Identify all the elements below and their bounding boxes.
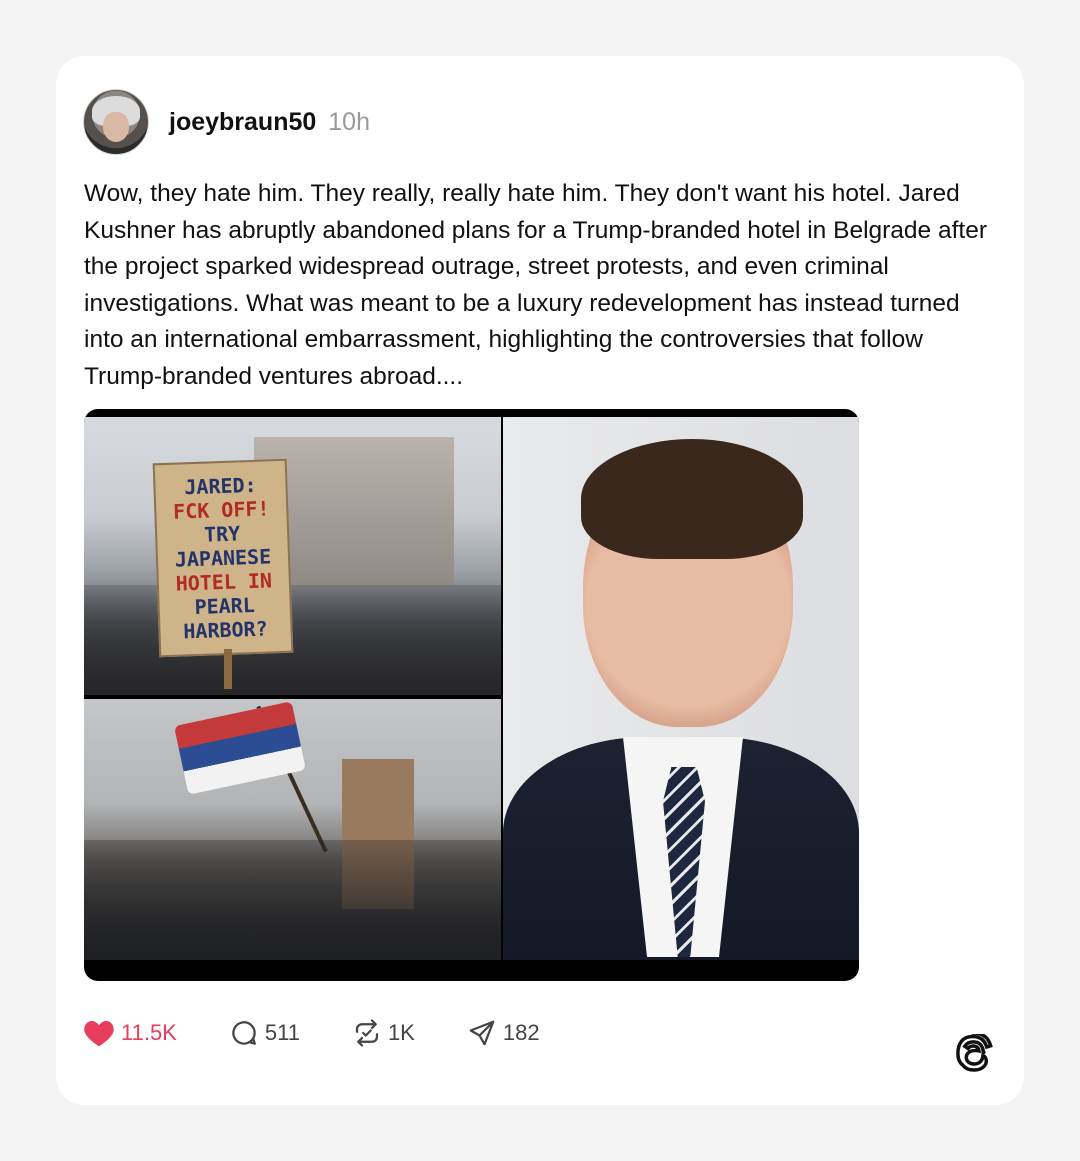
sign-line: FCK OFF!: [172, 496, 270, 524]
share-count: 182: [502, 1020, 540, 1045]
protest-sign: JARED: FCK OFF! TRY JAPANESE HOTEL IN PE…: [152, 458, 294, 658]
share-button[interactable]: 182: [467, 1018, 540, 1048]
post-time: 10h: [328, 107, 370, 136]
reply-count: 511: [264, 1020, 300, 1045]
action-bar: 11.5K 511 1K 182: [83, 1018, 592, 1048]
avatar-face: [103, 112, 129, 142]
sign-line: HARBOR?: [182, 616, 269, 644]
serbian-flag: [174, 701, 306, 795]
comment-icon: [232, 1021, 256, 1045]
protest-sign-photo: JARED: FCK OFF! TRY JAPANESE HOTEL IN PE…: [84, 417, 501, 695]
share-icon: [469, 1020, 495, 1046]
sign-line: JARED:: [183, 472, 258, 500]
heart-icon: [84, 1021, 114, 1047]
threads-logo-icon[interactable]: [956, 1034, 994, 1076]
sign-line: TRY JAPANESE: [174, 521, 272, 572]
repost-button[interactable]: 1K: [352, 1018, 415, 1048]
repost-icon: [355, 1019, 379, 1047]
flag-crowd-photo: [84, 699, 501, 960]
like-count: 11.5K: [121, 1020, 177, 1045]
sign-line: PEARL: [194, 592, 256, 620]
repost-count: 1K: [387, 1020, 415, 1045]
portrait-photo: [503, 417, 859, 960]
avatar[interactable]: [83, 89, 149, 155]
username[interactable]: joeybraun50: [169, 108, 316, 137]
reply-button[interactable]: 511: [229, 1018, 300, 1048]
hair: [581, 439, 803, 559]
sign-stick: [224, 649, 232, 689]
sign-line: HOTEL IN: [175, 568, 273, 596]
post-text: Wow, they hate him. They really, really …: [84, 180, 988, 390]
crowd: [84, 840, 501, 960]
post-card: joeybraun50 10h Wow, they hate him. They…: [56, 56, 1024, 1105]
post-image-collage[interactable]: JARED: FCK OFF! TRY JAPANESE HOTEL IN PE…: [84, 409, 859, 981]
like-button[interactable]: 11.5K: [83, 1018, 177, 1048]
post-header: joeybraun50 10h: [83, 89, 370, 155]
